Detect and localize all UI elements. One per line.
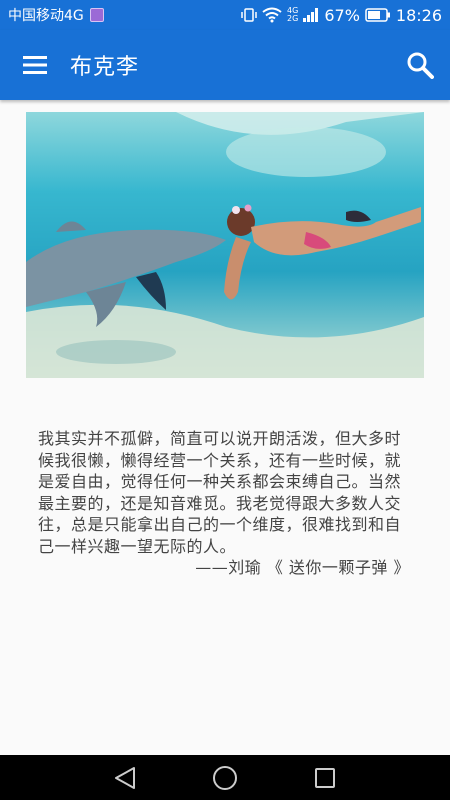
sim-card-icon (89, 8, 104, 22)
home-button[interactable] (205, 758, 245, 798)
battery-percent: 67% (324, 5, 360, 25)
quote-attribution: ——刘瑜 《 送你一颗子弹 》 (195, 558, 410, 577)
dolphin-swimmer-photo (26, 112, 424, 378)
clock: 18:26 (395, 5, 442, 25)
status-right: 4G 2G 67% 18:26 (241, 6, 442, 25)
menu-button[interactable] (0, 30, 70, 100)
page-title: 布克李 (70, 55, 140, 80)
quote-block: 我其实并不孤僻，简直可以说开朗活泼，但大多时候我很懒，懒得经营一个关系，还有一些… (38, 428, 410, 579)
search-icon (407, 52, 434, 79)
status-left: 中国移动4G (8, 5, 104, 25)
signal-icon (303, 8, 319, 22)
navigation-bar (0, 755, 450, 800)
recents-square-icon (315, 767, 335, 788)
quote-text: 我其实并不孤僻，简直可以说开朗活泼，但大多时候我很懒，懒得经营一个关系，还有一些… (38, 429, 402, 556)
app-bar: 布克李 (0, 30, 450, 100)
hero-image[interactable] (26, 112, 424, 378)
hamburger-menu-icon (23, 56, 47, 74)
recents-button[interactable] (305, 758, 345, 798)
status-bar: 中国移动4G 4G 2G 67% 18:26 (0, 0, 450, 30)
net-type-bottom: 2G (287, 14, 299, 23)
vibrate-icon (241, 8, 257, 22)
search-button[interactable] (390, 30, 450, 100)
back-button[interactable] (105, 758, 145, 798)
carrier-label: 中国移动4G (8, 8, 84, 24)
battery-icon (365, 8, 390, 22)
back-triangle-icon (115, 766, 135, 789)
home-circle-icon (213, 765, 237, 790)
wifi-icon (262, 7, 282, 23)
network-type: 4G 2G (287, 7, 298, 23)
